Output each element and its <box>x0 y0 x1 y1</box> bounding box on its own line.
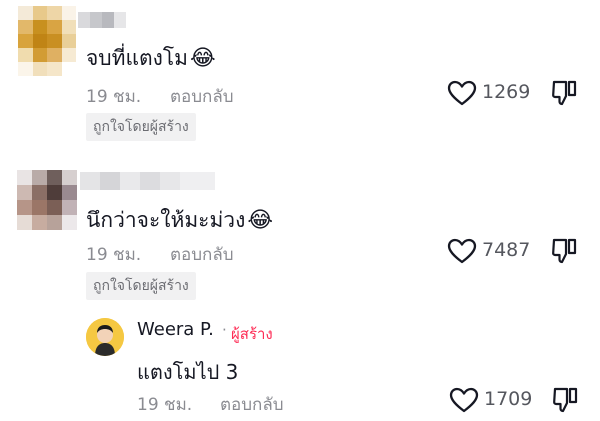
author-separator: · <box>222 321 227 339</box>
comment-1-body: จบที่แตงโม <box>86 46 189 70</box>
avatar-illustration-icon <box>86 318 124 356</box>
comment-1-username-blurred[interactable] <box>78 12 126 28</box>
dislike-icon[interactable] <box>551 79 577 107</box>
comment-2-username-blurred[interactable] <box>80 172 215 190</box>
creator-label: ผู้สร้าง <box>231 325 273 343</box>
laughing-emoji-icon: 😂 <box>190 46 216 71</box>
dislike-icon[interactable] <box>552 386 578 414</box>
heart-icon[interactable] <box>449 387 479 413</box>
reply-reply-button[interactable]: ตอบกลับ <box>220 391 284 418</box>
reply-like-count: 1709 <box>484 388 533 410</box>
reply-text: แตงโมไป 3 <box>137 360 239 384</box>
laughing-emoji-icon: 😂 <box>247 208 274 233</box>
reply-author-name[interactable]: Weera P. <box>137 319 214 340</box>
comment-2-avatar-blurred[interactable] <box>17 170 77 230</box>
comment-1-avatar-blurred[interactable] <box>18 6 76 76</box>
creator-avatar[interactable] <box>86 318 124 356</box>
comment-1-time: 19 ชม. <box>86 87 142 107</box>
comment-2-text: นึกว่าจะให้มะม่วง😂 <box>86 204 273 237</box>
comment-1-liked-by-creator-badge: ถูกใจโดยผู้สร้าง <box>86 113 196 141</box>
reply-time: 19 ชม. <box>137 395 193 415</box>
comment-1-like-count: 1269 <box>482 81 531 103</box>
comment-2-reply-button[interactable]: ตอบกลับ <box>170 241 234 268</box>
heart-icon[interactable] <box>447 80 477 106</box>
comment-2-body: นึกว่าจะให้มะม่วง <box>86 208 246 232</box>
comment-2-time: 19 ชม. <box>86 245 142 265</box>
comment-2-like-count: 7487 <box>482 239 531 261</box>
heart-icon[interactable] <box>447 238 477 264</box>
dislike-icon[interactable] <box>551 237 577 265</box>
comment-1-text: จบที่แตงโม😂 <box>86 42 216 75</box>
comment-1-reply-button[interactable]: ตอบกลับ <box>170 83 234 110</box>
comment-2-liked-by-creator-badge: ถูกใจโดยผู้สร้าง <box>86 272 196 300</box>
